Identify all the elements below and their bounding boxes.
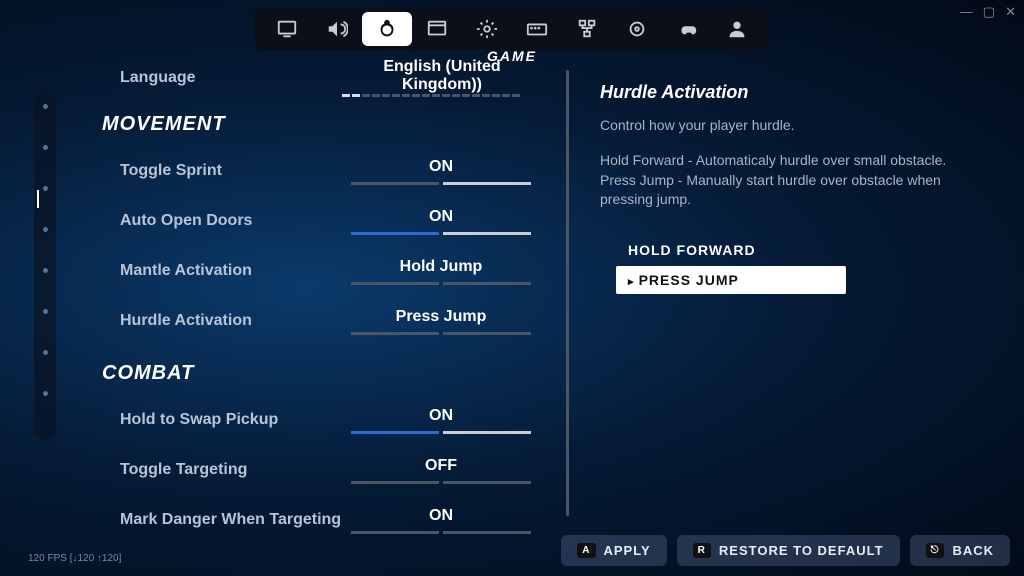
tab-video[interactable] [262,12,312,46]
sidebar-dot[interactable] [43,227,48,232]
tab-gear2[interactable] [462,12,512,46]
detail-option[interactable]: HOLD FORWARD [616,236,1000,264]
sidebar-dot[interactable] [43,309,48,314]
vertical-divider[interactable] [566,70,569,516]
setting-value: Press Jump [396,308,487,326]
tab-ui[interactable] [412,12,462,46]
language-label: Language [102,69,342,87]
setting-track [351,431,531,434]
section-header: COMBAT [102,362,542,385]
setting-track [351,282,531,285]
setting-label: Auto Open Doors [102,212,340,230]
setting-row[interactable]: Toggle Sprint ON [102,146,542,196]
setting-value: OFF [425,457,457,475]
setting-row[interactable]: Toggle Targeting OFF [102,445,542,495]
setting-row[interactable]: Hurdle Activation Press Jump [102,296,542,346]
language-ticks [342,94,522,97]
back-button[interactable]: ⎋ BACK [910,535,1010,566]
setting-track [351,332,531,335]
tab-game[interactable] [362,12,412,46]
setting-value: ON [429,158,453,176]
detail-options: HOLD FORWARDPRESS JUMP [600,236,1000,296]
fps-counter: 120 FPS [↓120 ↑120] [28,553,121,564]
setting-control[interactable]: OFF [340,457,542,484]
tab-network[interactable] [562,12,612,46]
setting-label: Mark Danger When Targeting [102,511,340,529]
section-header: MOVEMENT [102,113,542,136]
setting-row[interactable]: Auto Open Doors ON [102,196,542,246]
setting-label: Toggle Targeting [102,461,340,479]
setting-label: Hurdle Activation [102,312,340,330]
key-badge: R [693,543,711,558]
maximize-button[interactable]: ▢ [983,4,995,20]
button-label: BACK [952,543,994,558]
setting-control[interactable]: ON [340,507,542,534]
section-sidebar[interactable] [34,90,56,440]
setting-label: Hold to Swap Pickup [102,411,340,429]
setting-track [351,232,531,235]
key-badge: ⎋ [926,543,945,558]
language-row[interactable]: Language English (United Kingdom)) [102,58,542,97]
setting-control[interactable]: ON [340,407,542,434]
setting-control[interactable]: OFF [340,557,542,559]
tab-config[interactable] [612,12,662,46]
tab-controller[interactable] [662,12,712,46]
detail-description: Hold Forward - Automaticaly hurdle over … [600,151,980,210]
setting-control[interactable]: Hold Jump [340,258,542,285]
setting-row[interactable]: Auto Pick Up WeaponsOFF [102,545,542,558]
sidebar-dot[interactable] [43,186,48,191]
key-badge: A [577,543,595,558]
setting-label: Mantle Activation [102,262,340,280]
sidebar-active-marker [37,190,39,208]
apply-button[interactable]: A APPLY [561,535,666,566]
tab-account[interactable] [712,12,762,46]
detail-title: Hurdle Activation [600,82,1000,103]
settings-list: Language English (United Kingdom)) MOVEM… [102,58,542,558]
setting-value: ON [429,208,453,226]
language-value: English (United Kingdom)) [342,58,542,94]
sidebar-dot[interactable] [43,350,48,355]
sidebar-dot[interactable] [43,104,48,109]
detail-subtitle: Control how your player hurdle. [600,117,1000,133]
setting-row[interactable]: Mark Danger When Targeting ON [102,495,542,545]
top-tab-bar [254,8,770,50]
sidebar-dot[interactable] [43,391,48,396]
tab-keyboard[interactable] [512,12,562,46]
setting-value: ON [429,507,453,525]
setting-value: Hold Jump [400,258,483,276]
detail-option[interactable]: PRESS JUMP [616,266,846,294]
restore-default-button[interactable]: R RESTORE TO DEFAULT [677,535,900,566]
bottom-button-bar: A APPLY R RESTORE TO DEFAULT ⎋ BACK [561,535,1010,566]
setting-row[interactable]: Hold to Swap Pickup ON [102,395,542,445]
detail-panel: Hurdle Activation Control how your playe… [600,82,1000,296]
window-controls: — ▢ ✕ [960,4,1016,20]
setting-label: Toggle Sprint [102,162,340,180]
setting-track [351,182,531,185]
close-button[interactable]: ✕ [1005,4,1016,20]
setting-track [351,531,531,534]
tab-audio[interactable] [312,12,362,46]
sidebar-dot[interactable] [43,145,48,150]
minimize-button[interactable]: — [960,4,973,20]
sidebar-dot[interactable] [43,268,48,273]
setting-value: OFF [425,557,457,559]
button-label: RESTORE TO DEFAULT [719,543,884,558]
button-label: APPLY [604,543,651,558]
setting-value: ON [429,407,453,425]
setting-control[interactable]: ON [340,158,542,185]
setting-row[interactable]: Mantle Activation Hold Jump [102,246,542,296]
setting-control[interactable]: ON [340,208,542,235]
setting-track [351,481,531,484]
setting-control[interactable]: Press Jump [340,308,542,335]
